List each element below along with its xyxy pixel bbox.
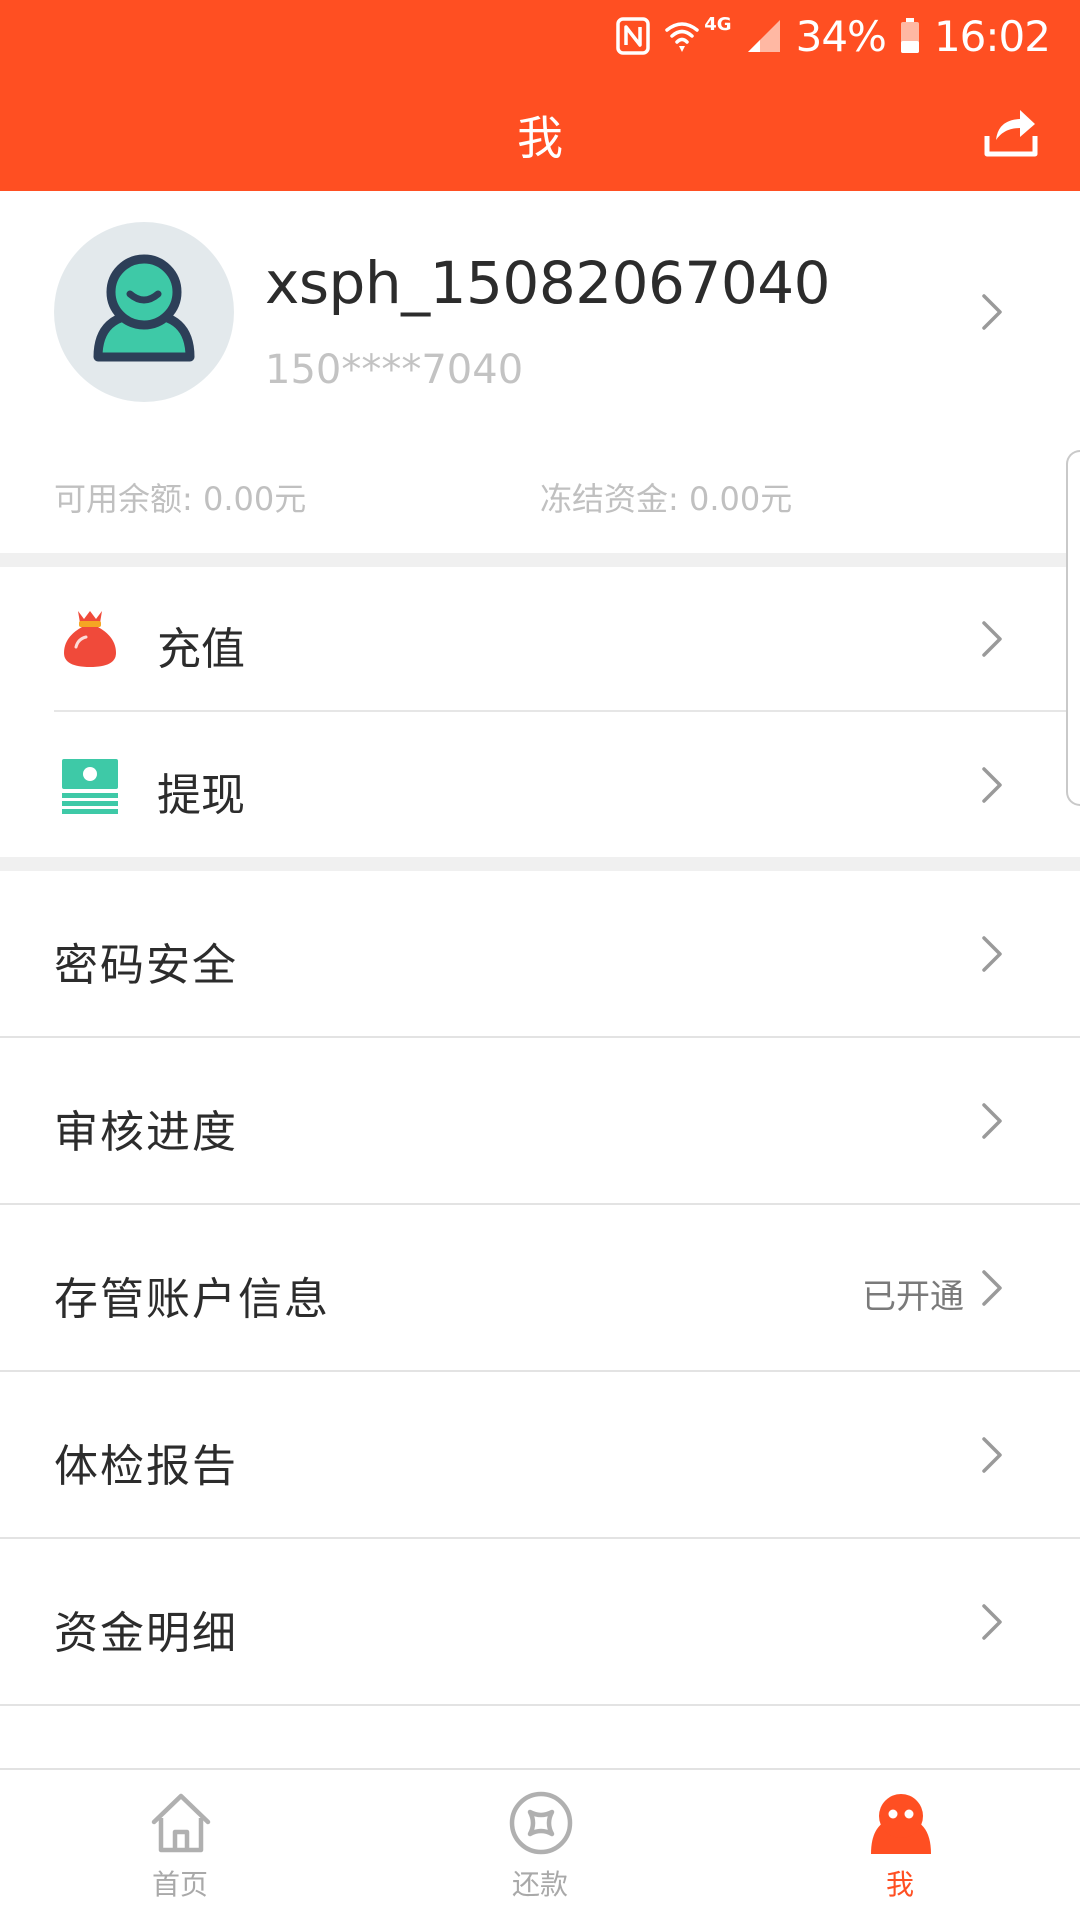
app-header: 4G 34% 16:02 我 xyxy=(0,0,1080,191)
chevron-right-icon xyxy=(982,936,1002,972)
menu-item-label: 体检报告 xyxy=(54,1441,238,1492)
section-divider xyxy=(0,553,1080,567)
tab-repay[interactable]: 还款 xyxy=(360,1770,720,1920)
tab-me[interactable]: 我 xyxy=(720,1770,1080,1920)
menu-item-password-security[interactable]: 密码安全 xyxy=(0,871,1080,1038)
home-icon xyxy=(151,1793,211,1853)
cash-stack-icon xyxy=(62,759,118,814)
section-divider xyxy=(0,857,1080,871)
recharge-row[interactable]: 充值 xyxy=(0,567,1080,710)
status-bar: 4G 34% 16:02 xyxy=(0,0,1080,72)
tab-label: 还款 xyxy=(511,1868,568,1901)
money-bag-icon xyxy=(64,611,116,667)
edge-panel-handle[interactable] xyxy=(1066,450,1080,806)
menu-item-health-report[interactable]: 体检报告 xyxy=(0,1372,1080,1539)
tab-label: 首页 xyxy=(151,1868,208,1901)
tab-home[interactable]: 首页 xyxy=(0,1770,360,1920)
chevron-right-icon xyxy=(982,1270,1002,1306)
menu-item-label: 资金明细 xyxy=(54,1608,238,1659)
menu-item-label: 审核进度 xyxy=(54,1107,238,1158)
status-icons: 4G 34% 16:02 xyxy=(602,8,1051,64)
signal-icon xyxy=(746,18,782,54)
row-divider xyxy=(54,710,1080,712)
share-icon xyxy=(984,110,1038,157)
frozen-funds: 冻结资金: 0.00元 xyxy=(540,480,793,518)
username: xsph_15082067040 xyxy=(265,249,831,317)
battery-icon xyxy=(900,18,920,54)
battery-percentage: 34% xyxy=(795,11,887,61)
page-title: 我 xyxy=(517,111,563,165)
clock: 16:02 xyxy=(933,11,1051,61)
bottom-tab-bar: 首页 还款 我 xyxy=(0,1768,1080,1920)
recharge-label: 充值 xyxy=(157,624,245,675)
nfc-icon xyxy=(616,17,651,55)
withdraw-row[interactable]: 提现 xyxy=(0,713,1080,856)
available-balance: 可用余额: 0.00元 xyxy=(54,480,307,518)
chevron-right-icon xyxy=(982,294,1002,330)
wifi-icon xyxy=(664,18,700,54)
menu-item-label: 存管账户信息 xyxy=(54,1274,330,1325)
repay-icon xyxy=(509,1791,573,1855)
chevron-right-icon xyxy=(982,767,1002,803)
chevron-right-icon xyxy=(982,621,1002,657)
chevron-right-icon xyxy=(982,1103,1002,1139)
menu-item-review-progress[interactable]: 审核进度 xyxy=(0,1038,1080,1205)
masked-phone: 150****7040 xyxy=(265,347,524,393)
account-status-value: 已开通 xyxy=(862,1277,964,1317)
me-icon xyxy=(871,1794,931,1854)
user-avatar-icon xyxy=(93,254,195,362)
chevron-right-icon xyxy=(982,1437,1002,1473)
settings-menu: 密码安全 审核进度 存管账户信息 已开通 体检报告 资金明细 xyxy=(0,871,1080,1706)
network-type: 4G xyxy=(704,14,732,35)
menu-item-fund-details[interactable]: 资金明细 xyxy=(0,1539,1080,1706)
tab-label: 我 xyxy=(885,1868,914,1901)
menu-item-label: 密码安全 xyxy=(54,940,238,991)
share-button[interactable] xyxy=(982,102,1040,160)
chevron-right-icon xyxy=(982,1604,1002,1640)
withdraw-label: 提现 xyxy=(157,770,245,821)
avatar xyxy=(54,222,234,402)
profile-card[interactable]: xsph_15082067040 150****7040 可用余额: 0.00元… xyxy=(0,191,1080,553)
menu-item-custody-account[interactable]: 存管账户信息 已开通 xyxy=(0,1205,1080,1372)
